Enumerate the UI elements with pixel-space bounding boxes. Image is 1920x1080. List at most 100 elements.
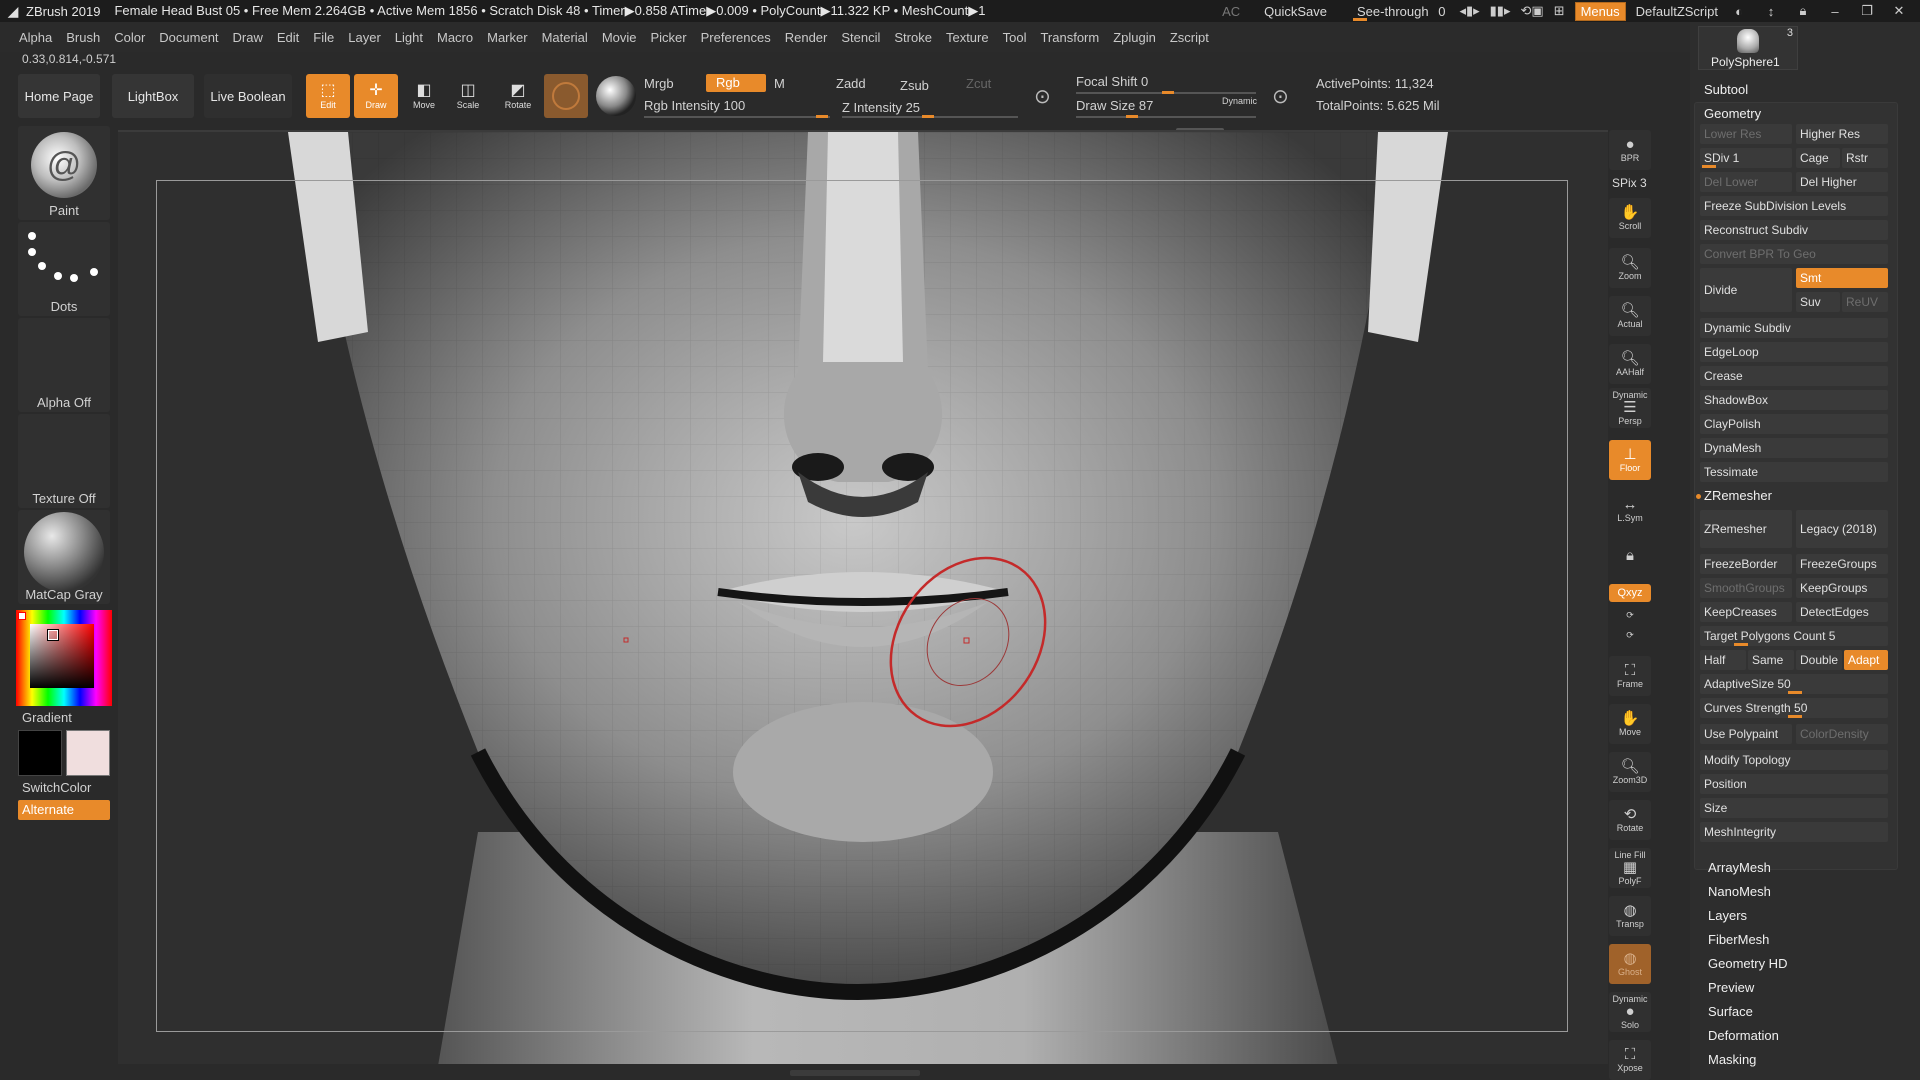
home-page-button[interactable]: Home Page: [18, 74, 100, 118]
color-picker-square[interactable]: [30, 624, 94, 688]
brush-slot[interactable]: @ Paint: [18, 126, 110, 220]
alternate-button[interactable]: Alternate: [18, 800, 110, 820]
geometry-hd-header[interactable]: Geometry HD: [1708, 956, 1787, 971]
fibermesh-header[interactable]: FiberMesh: [1708, 932, 1769, 947]
m-button[interactable]: M: [774, 76, 785, 91]
reconstruct-subdiv-button[interactable]: Reconstruct Subdiv: [1700, 220, 1888, 240]
layers-header[interactable]: Layers: [1708, 908, 1747, 923]
dynamic-toggle[interactable]: Dynamic: [1222, 96, 1257, 106]
zadd-button[interactable]: Zadd: [836, 76, 866, 91]
stroke-slot[interactable]: Dots: [18, 222, 110, 316]
subtool-thumbnail[interactable]: 3 PolySphere1: [1698, 26, 1798, 70]
menu-color[interactable]: Color: [107, 30, 152, 45]
dynamic-subdiv-button[interactable]: Dynamic Subdiv: [1700, 318, 1888, 338]
color-sphere-button[interactable]: [596, 76, 636, 116]
smoothgroups-slider[interactable]: SmoothGroups: [1700, 578, 1792, 598]
menu-zplugin[interactable]: Zplugin: [1106, 30, 1163, 45]
move-button[interactable]: ◧ Move: [402, 74, 446, 118]
xyz-button[interactable]: Qxyz: [1609, 584, 1651, 602]
texture-slot[interactable]: Texture Off: [18, 414, 110, 508]
smt-toggle[interactable]: Smt: [1796, 268, 1888, 288]
solo-button[interactable]: Dynamic ● Solo: [1609, 992, 1651, 1032]
freezegroups-button[interactable]: FreezeGroups: [1796, 554, 1888, 574]
material-slot[interactable]: MatCap Gray: [18, 510, 110, 604]
main-color-swatch[interactable]: [18, 730, 62, 776]
scale-button[interactable]: ◫ Scale: [446, 74, 490, 118]
nanomesh-header[interactable]: NanoMesh: [1708, 884, 1771, 899]
switchcolor-button[interactable]: SwitchColor: [22, 780, 91, 795]
crease-button[interactable]: Crease: [1700, 366, 1888, 386]
menus-button[interactable]: Menus: [1574, 1, 1626, 21]
half-button[interactable]: Half: [1700, 650, 1746, 670]
menu-stencil[interactable]: Stencil: [834, 30, 887, 45]
edgeloop-button[interactable]: EdgeLoop: [1700, 342, 1888, 362]
rgb-button[interactable]: Rgb: [706, 74, 766, 92]
transp-button[interactable]: ◍ Transp: [1609, 896, 1651, 936]
position-button[interactable]: Position: [1700, 774, 1888, 794]
lsym-button[interactable]: ↔ L.Sym: [1609, 490, 1651, 530]
menu-movie[interactable]: Movie: [595, 30, 644, 45]
zoom3d-button[interactable]: 🔍︎ Zoom3D: [1609, 752, 1651, 792]
size-button[interactable]: Size: [1700, 798, 1888, 818]
draw-size-slider[interactable]: Draw Size 87: [1076, 98, 1153, 113]
actual-button[interactable]: 🔍︎ Actual: [1609, 296, 1651, 336]
rotate-button[interactable]: ◩ Rotate: [496, 74, 540, 118]
reuv-toggle[interactable]: ReUV: [1842, 292, 1888, 312]
geometry-header[interactable]: Geometry: [1704, 106, 1761, 121]
menu-marker[interactable]: Marker: [480, 30, 534, 45]
ghost-button[interactable]: ◍ Ghost: [1609, 944, 1651, 984]
seethrough-slider[interactable]: See-through 0: [1353, 4, 1449, 21]
menu-tool[interactable]: Tool: [996, 30, 1034, 45]
claypolish-button[interactable]: ClayPolish: [1700, 414, 1888, 434]
menu-brush[interactable]: Brush: [59, 30, 107, 45]
convert-bpr-button[interactable]: Convert BPR To Geo: [1700, 244, 1888, 264]
menu-file[interactable]: File: [306, 30, 341, 45]
freezeborder-button[interactable]: FreezeBorder: [1700, 554, 1792, 574]
menu-edit[interactable]: Edit: [270, 30, 306, 45]
menu-draw[interactable]: Draw: [226, 30, 270, 45]
move-view-button[interactable]: ✋ Move: [1609, 704, 1651, 744]
target-polygons-slider[interactable]: Target Polygons Count 5: [1700, 626, 1888, 646]
surface-header[interactable]: Surface: [1708, 1004, 1753, 1019]
bpr-button[interactable]: ● BPR: [1609, 130, 1651, 170]
gradient-label[interactable]: Gradient: [22, 710, 72, 725]
secondary-color-swatch[interactable]: [66, 730, 110, 776]
draw-size-icon[interactable]: ⊙: [1272, 84, 1289, 109]
del-higher-button[interactable]: Del Higher: [1796, 172, 1888, 192]
canvas-viewport[interactable]: [118, 130, 1608, 1064]
del-lower-button[interactable]: Del Lower: [1700, 172, 1792, 192]
freeze-subdiv-button[interactable]: Freeze SubDivision Levels: [1700, 196, 1888, 216]
ui-toggle-icon[interactable]: ◂▮▸: [1459, 3, 1479, 19]
expand-icon[interactable]: ↕: [1760, 4, 1782, 19]
menu-macro[interactable]: Macro: [430, 30, 480, 45]
preview-header[interactable]: Preview: [1708, 980, 1754, 995]
use-polypaint-button[interactable]: Use Polypaint: [1700, 724, 1792, 744]
tessimate-button[interactable]: Tessimate: [1700, 462, 1888, 482]
spix-slider[interactable]: SPix 3: [1612, 176, 1647, 190]
layout-icon[interactable]: ⊞: [1554, 3, 1565, 19]
zsub-button[interactable]: Zsub: [900, 78, 929, 93]
focal-shift-icon[interactable]: ⊙: [1034, 84, 1051, 109]
edit-button[interactable]: ⬚ Edit: [306, 74, 350, 118]
menu-stroke[interactable]: Stroke: [887, 30, 939, 45]
bottom-tray-handle[interactable]: [790, 1070, 920, 1076]
zremesher-button[interactable]: ZRemesher: [1700, 510, 1792, 548]
polyf-button[interactable]: Line Fill ▦ PolyF: [1609, 848, 1651, 888]
ui-toggle2-icon[interactable]: ▮▮▸: [1490, 3, 1511, 19]
masking-header[interactable]: Masking: [1708, 1052, 1756, 1067]
lock-icon[interactable]: 🔒︎: [1792, 3, 1814, 19]
minimize-icon[interactable]: ‒: [1824, 4, 1846, 19]
menu-texture[interactable]: Texture: [939, 30, 996, 45]
rotate-view-button[interactable]: ⟲ Rotate: [1609, 800, 1651, 840]
quicksave-button[interactable]: QuickSave: [1264, 4, 1327, 19]
alpha-slot[interactable]: Alpha Off: [18, 318, 110, 412]
z-intensity-slider[interactable]: Z Intensity 25: [842, 100, 920, 115]
zcut-button[interactable]: Zcut: [966, 76, 991, 91]
menu-material[interactable]: Material: [535, 30, 595, 45]
menu-preferences[interactable]: Preferences: [694, 30, 778, 45]
keepcreases-button[interactable]: KeepCreases: [1700, 602, 1792, 622]
deformation-header[interactable]: Deformation: [1708, 1028, 1779, 1043]
zoom-button[interactable]: 🔍︎ Zoom: [1609, 248, 1651, 288]
shadowbox-button[interactable]: ShadowBox: [1700, 390, 1888, 410]
suv-toggle[interactable]: Suv: [1796, 292, 1840, 312]
